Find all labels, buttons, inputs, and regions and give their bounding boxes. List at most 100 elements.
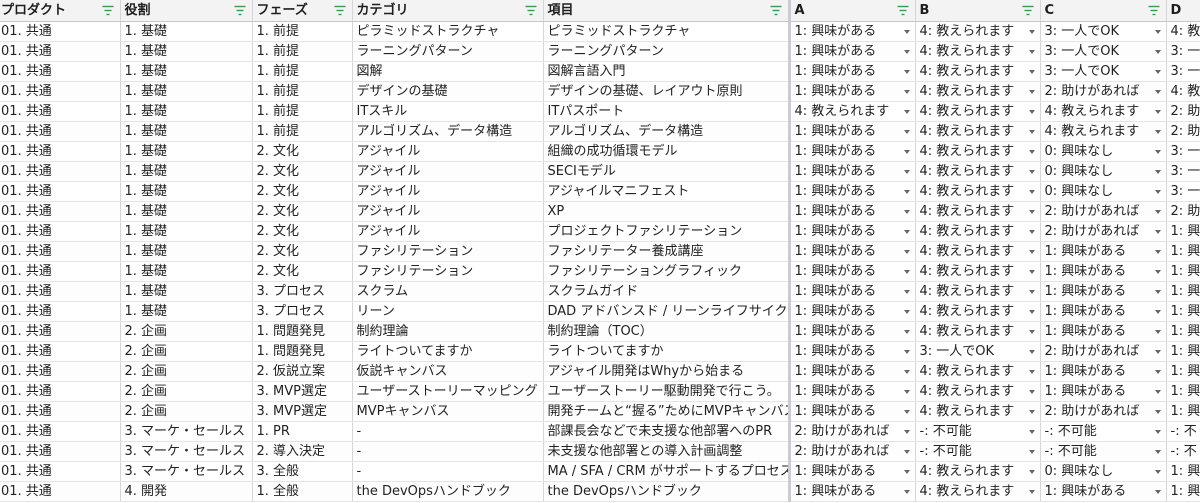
level-select-b[interactable]: 4: 教えられます [915,101,1041,122]
cell-product[interactable]: 01. 共通 [0,101,121,122]
cell-role[interactable]: 2. 企画 [120,341,253,362]
column-header-phase[interactable]: フェーズ [252,0,353,22]
level-select-d[interactable]: 1: 興 [1166,221,1200,242]
cell-product[interactable]: 01. 共通 [0,281,121,302]
chevron-down-icon[interactable] [1028,349,1035,354]
cell-product[interactable]: 01. 共通 [0,321,121,342]
chevron-down-icon[interactable] [903,69,910,74]
level-select-d[interactable]: 4: 教 [1166,21,1200,42]
level-select-a[interactable]: 1: 興味がある [787,341,916,362]
cell-role[interactable]: 3. マーケ・セールス [120,421,253,442]
cell-role[interactable]: 1. 基礎 [120,121,253,142]
cell-item[interactable]: デザインの基礎、レイアウト原則 [543,81,790,102]
cell-item[interactable]: DAD アドバンスド / リーンライフサイクル [543,301,790,322]
chevron-down-icon[interactable] [903,229,910,234]
cell-product[interactable]: 01. 共通 [0,81,121,102]
cell-phase[interactable]: 2. 仮説立案 [252,361,353,382]
cell-category[interactable]: アジャイル [352,141,544,162]
chevron-down-icon[interactable] [1028,329,1035,334]
level-select-a[interactable]: 1: 興味がある [787,161,916,182]
chevron-down-icon[interactable] [903,329,910,334]
level-select-c[interactable]: 2: 助けがあれば [1040,221,1167,242]
cell-product[interactable]: 01. 共通 [0,441,121,462]
cell-product[interactable]: 01. 共通 [0,41,121,62]
cell-product[interactable]: 01. 共通 [0,401,121,422]
chevron-down-icon[interactable] [1154,369,1161,374]
cell-role[interactable]: 1. 基礎 [120,61,253,82]
level-select-d[interactable]: 2: 助 [1166,101,1200,122]
level-select-c[interactable]: 0: 興味なし [1040,141,1167,162]
cell-phase[interactable]: 2. 文化 [252,141,353,162]
level-select-a[interactable]: 1: 興味がある [787,321,916,342]
cell-product[interactable]: 01. 共通 [0,221,121,242]
cell-category[interactable]: スクラム [352,281,544,302]
level-select-c[interactable]: 1: 興味がある [1040,281,1167,302]
cell-role[interactable]: 1. 基礎 [120,301,253,322]
chevron-down-icon[interactable] [1154,289,1161,294]
cell-category[interactable]: ファシリテーション [352,241,544,262]
level-select-c[interactable]: 2: 助けがあれば [1040,401,1167,422]
chevron-down-icon[interactable] [903,469,910,474]
cell-item[interactable]: ITパスポート [543,101,790,122]
cell-item[interactable]: プロジェクトファシリテーション [543,221,790,242]
cell-role[interactable]: 1. 基礎 [120,281,253,302]
chevron-down-icon[interactable] [903,449,910,454]
level-select-c[interactable]: 3: 一人でOK [1040,41,1167,62]
level-select-b[interactable]: -: 不可能 [915,441,1041,462]
cell-phase[interactable]: 2. 文化 [252,261,353,282]
cell-category[interactable]: ラーニングパターン [352,41,544,62]
level-select-c[interactable]: 2: 助けがあれば [1040,341,1167,362]
level-select-a[interactable]: 1: 興味がある [787,261,916,282]
level-select-b[interactable]: 4: 教えられます [915,41,1041,62]
chevron-down-icon[interactable] [903,129,910,134]
cell-product[interactable]: 01. 共通 [0,341,121,362]
level-select-d[interactable]: 3: 一 [1166,141,1200,162]
level-select-b[interactable]: 4: 教えられます [915,401,1041,422]
level-select-c[interactable]: 4: 教えられます [1040,101,1167,122]
level-select-d[interactable]: 1: 興 [1166,241,1200,262]
cell-role[interactable]: 1. 基礎 [120,221,253,242]
cell-product[interactable]: 01. 共通 [0,241,121,262]
cell-category[interactable]: ITスキル [352,101,544,122]
cell-item[interactable]: 未支援な他部署との導入計画調整 [543,441,790,462]
cell-role[interactable]: 2. 企画 [120,321,253,342]
chevron-down-icon[interactable] [903,309,910,314]
cell-category[interactable]: アジャイル [352,161,544,182]
chevron-down-icon[interactable] [1154,149,1161,154]
chevron-down-icon[interactable] [1028,389,1035,394]
level-select-d[interactable]: 1: 興 [1166,401,1200,422]
chevron-down-icon[interactable] [1028,189,1035,194]
cell-phase[interactable]: 1. 問題発見 [252,341,353,362]
chevron-down-icon[interactable] [1028,469,1035,474]
cell-item[interactable]: アルゴリズム、データ構造 [543,121,790,142]
level-select-d[interactable]: -: 不 [1166,421,1200,442]
cell-phase[interactable]: 3. プロセス [252,281,353,302]
cell-item[interactable]: ユーザーストーリー駆動開発で行こう。 [543,381,790,402]
level-select-c[interactable]: 1: 興味がある [1040,301,1167,322]
cell-item[interactable]: ピラミッドストラクチャ [543,21,790,42]
chevron-down-icon[interactable] [903,269,910,274]
filter-icon[interactable] [1148,5,1160,16]
level-select-d[interactable]: 1: 興 [1166,361,1200,382]
cell-role[interactable]: 1. 基礎 [120,201,253,222]
chevron-down-icon[interactable] [1028,309,1035,314]
level-select-a[interactable]: 1: 興味がある [787,361,916,382]
level-select-b[interactable]: 4: 教えられます [915,221,1041,242]
cell-role[interactable]: 3. マーケ・セールス [120,461,253,482]
chevron-down-icon[interactable] [1028,489,1035,494]
cell-phase[interactable]: 1. PR [252,421,353,442]
chevron-down-icon[interactable] [1028,129,1035,134]
cell-phase[interactable]: 1. 前提 [252,41,353,62]
chevron-down-icon[interactable] [1028,409,1035,414]
level-select-c[interactable]: 1: 興味がある [1040,381,1167,402]
level-select-b[interactable]: 4: 教えられます [915,181,1041,202]
level-select-d[interactable]: 1: 興 [1166,381,1200,402]
chevron-down-icon[interactable] [1028,429,1035,434]
chevron-down-icon[interactable] [903,209,910,214]
level-select-a[interactable]: 1: 興味がある [787,201,916,222]
chevron-down-icon[interactable] [903,429,910,434]
chevron-down-icon[interactable] [903,249,910,254]
cell-category[interactable]: 制約理論 [352,321,544,342]
column-header-item[interactable]: 項目 [543,0,790,22]
cell-item[interactable]: ラーニングパターン [543,41,790,62]
